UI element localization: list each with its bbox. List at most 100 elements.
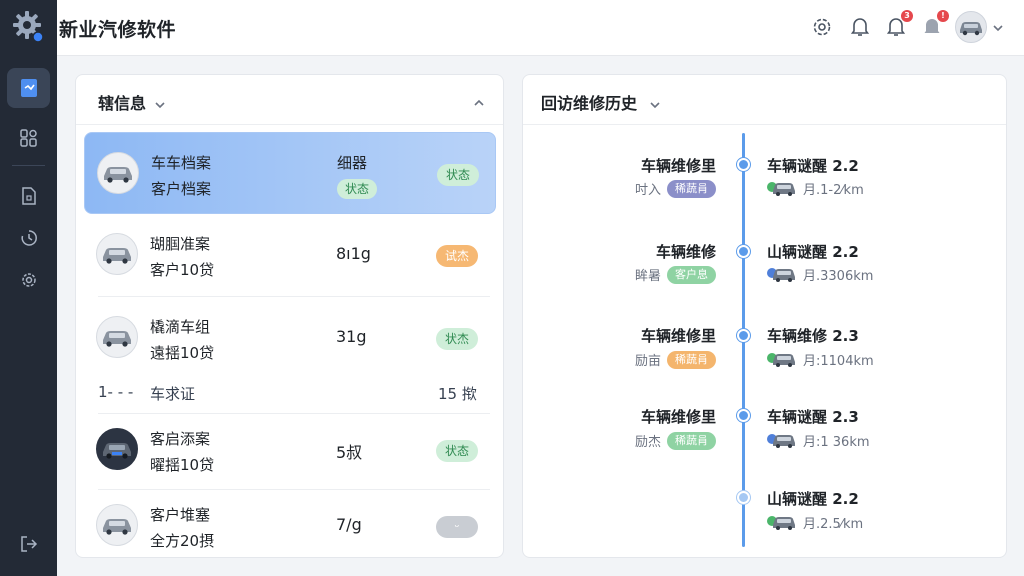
timeline-dot[interactable] <box>737 329 750 342</box>
status-badge: 状态 <box>337 179 378 199</box>
status-badge: 状态 <box>436 440 478 462</box>
service-history-panel: 回访维修历史 车辆维修里 吋入 稀蔬肙 车辆谜醒 2.2 月.1-2⁄km 车辆… <box>522 74 1007 558</box>
timeline-left-meta: 吋入 稀蔬肙 <box>635 179 716 198</box>
panel-title: 回访维修历史 <box>541 94 638 113</box>
chevron-up-icon[interactable] <box>473 94 485 113</box>
panel-header: 辖信息 <box>76 75 503 125</box>
alert-bell-button[interactable]: ! <box>919 10 949 40</box>
timeline-dot[interactable] <box>737 245 750 258</box>
timeline-right-meta: 月.2.5⁄km <box>767 513 863 532</box>
timeline-dot[interactable] <box>737 158 750 171</box>
car-avatar <box>96 504 138 546</box>
mileage-text: 月:1104km <box>803 354 874 369</box>
sidebar-item-history[interactable] <box>7 218 50 258</box>
timeline-right-meta: 月.1-2⁄km <box>767 179 864 198</box>
car-avatar <box>97 152 139 194</box>
list-item[interactable]: 瑚腘准案 客户10贷 8ı1g 试杰 <box>84 214 496 296</box>
timeline-left-title: 车辆维修里 <box>640 408 716 426</box>
list-item[interactable]: 客启添案 曜揺10贷 5叔 状态 <box>84 409 496 491</box>
list-item[interactable]: 客户堆塞 全方20摂 7/g ᵕ <box>84 485 496 567</box>
row-subtitle: 曜揺10贷 <box>150 456 215 474</box>
timeline-tag: 客户息 <box>667 265 716 284</box>
document-icon <box>20 79 37 97</box>
panel-title: 辖信息 <box>98 94 147 113</box>
mileage-text: 月.2.5⁄km <box>803 517 864 532</box>
avatar[interactable] <box>955 11 987 43</box>
car-icon <box>767 266 797 284</box>
car-avatar <box>96 233 138 275</box>
timeline-left-title: 车辆维修 <box>655 243 716 261</box>
status-badge: 状杰 <box>436 328 478 350</box>
gear-logo-icon[interactable] <box>10 8 46 44</box>
chevron-down-icon[interactable] <box>154 96 166 115</box>
sidebar-item-settings[interactable] <box>7 260 50 300</box>
notification-badge: 3 <box>901 10 913 22</box>
bell-icon[interactable] <box>847 14 873 40</box>
row-value: 31g <box>336 327 367 346</box>
row-title: 橇滴车组 <box>150 318 211 336</box>
car-icon <box>767 514 797 532</box>
timeline-left-label: 眸暑 <box>634 269 661 284</box>
car-icon <box>103 331 131 347</box>
timeline-tag: 稀蔬肙 <box>667 179 716 198</box>
timeline-dot[interactable] <box>737 491 750 504</box>
timeline-left-title: 车辆维修里 <box>640 327 716 345</box>
timeline-right-meta: 月.3306km <box>767 265 873 284</box>
row-title: 客户堆塞 <box>150 506 211 524</box>
vehicle-info-panel: 辖信息 车车档案 客户档案 细器 状态 状态 瑚腘准案 客户10贷 8ı1g 试… <box>75 74 504 558</box>
row-title: 客启添案 <box>150 430 211 448</box>
row-subtitle: 客户档案 <box>151 180 212 198</box>
timeline-right-meta: 月:1104km <box>767 350 874 369</box>
timeline-left-meta: 励亩 稀蔬肙 <box>635 350 716 369</box>
car-avatar <box>96 428 138 470</box>
timeline-dot[interactable] <box>737 409 750 422</box>
car-icon <box>103 248 131 264</box>
chevron-down-icon[interactable] <box>992 19 1004 38</box>
help-gear-icon[interactable] <box>809 14 835 40</box>
timeline-right-title: 车辆谜醒 2.3 <box>767 408 859 426</box>
car-icon <box>103 443 131 459</box>
row-title: 车求证 <box>150 385 196 403</box>
mileage-text: 月.3306km <box>803 269 874 284</box>
list-item[interactable]: 1- - - 车求证 15 揿 <box>98 383 488 405</box>
sidebar-item-documents[interactable] <box>7 68 50 108</box>
sidebar-item-file[interactable] <box>7 176 50 216</box>
timeline-left-label: 吋入 <box>634 183 661 198</box>
list-item[interactable]: 车车档案 客户档案 细器 状态 状态 <box>84 132 496 214</box>
timeline-left-meta: 励杰 稀蔬肙 <box>635 431 716 450</box>
chevron-down-icon[interactable] <box>649 96 661 115</box>
car-avatar <box>96 316 138 358</box>
file-icon <box>21 187 36 205</box>
timeline-right-meta: 月:1 36km <box>767 431 870 450</box>
sidebar <box>0 0 57 576</box>
grid-icon <box>19 129 37 147</box>
timeline-left-meta: 眸暑 客户息 <box>635 265 716 284</box>
row-value: 7/g <box>336 515 362 534</box>
notification-bell-button[interactable]: 3 <box>883 10 913 40</box>
sidebar-item-logout[interactable] <box>7 524 50 564</box>
row-value: 5叔 <box>336 443 363 462</box>
status-badge: ᵕ <box>436 516 478 538</box>
alert-badge: ! <box>937 10 949 22</box>
car-icon <box>103 519 131 535</box>
row-subtitle: 遠揺10贷 <box>150 344 215 362</box>
timeline-right-title: 车辆谜醒 2.2 <box>767 157 859 175</box>
row-title: 车车档案 <box>151 154 212 172</box>
row-index: 1- - - <box>98 383 134 401</box>
car-icon <box>767 432 797 450</box>
car-icon <box>767 351 797 369</box>
mileage-text: 月.1-2⁄km <box>803 183 864 198</box>
sidebar-item-grid[interactable] <box>7 118 50 158</box>
row-value: 细器 <box>337 154 368 172</box>
panel-header: 回访维修历史 <box>523 75 1006 125</box>
timeline-right-title: 车辆维修 2.3 <box>767 327 859 345</box>
row-value: 15 揿 <box>438 385 477 403</box>
status-badge: 试杰 <box>436 245 478 267</box>
logout-icon <box>20 536 37 552</box>
timeline-right-title: 山辆谜醒 2.2 <box>767 490 859 508</box>
list-item[interactable]: 橇滴车组 遠揺10贷 31g 状杰 <box>84 297 496 379</box>
timeline-left-title: 车辆维修里 <box>640 157 716 175</box>
car-icon <box>960 22 982 36</box>
mileage-text: 月:1 36km <box>803 435 870 450</box>
timeline-tag: 稀蔬肙 <box>667 350 716 369</box>
